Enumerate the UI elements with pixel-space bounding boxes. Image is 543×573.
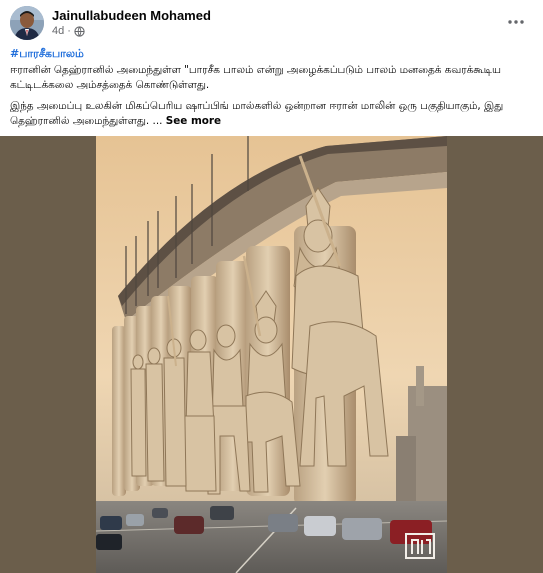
post-paragraph-2: இந்த அமைப்பு உலகின் மிகப்பெரிய ஷாப்பிங் … [10,99,529,130]
post-text: #பாரசீகபாலம் ஈரானின் தெஹ்ரானில் அமைந்துள… [10,46,529,135]
facebook-post: Jainullabudeen Mohamed 4d · #பாரசீகபாலம்… [0,0,543,573]
author-avatar[interactable] [10,6,44,40]
see-more-link[interactable]: See more [166,115,221,127]
post-media[interactable] [0,136,543,573]
meta-separator: · [67,25,71,37]
post-header: Jainullabudeen Mohamed 4d · [10,6,533,42]
author-name[interactable]: Jainullabudeen Mohamed [52,8,211,23]
globe-icon[interactable] [74,25,85,37]
more-horizontal-icon[interactable] [505,12,527,32]
hashtag-link[interactable]: #பாரசீகபாலம் [10,46,529,62]
post-photo[interactable] [96,136,447,573]
post-paragraph-1: ஈரானின் தெஹ்ரானில் அமைந்துள்ள "பாரசீக பா… [10,63,501,92]
post-paragraph-2-text: இந்த அமைப்பு உலகின் மிகப்பெரிய ஷாப்பிங் … [10,99,504,128]
avatar-photo [10,6,44,40]
post-time[interactable]: 4d [52,25,64,37]
post-meta: 4d · [52,25,85,37]
